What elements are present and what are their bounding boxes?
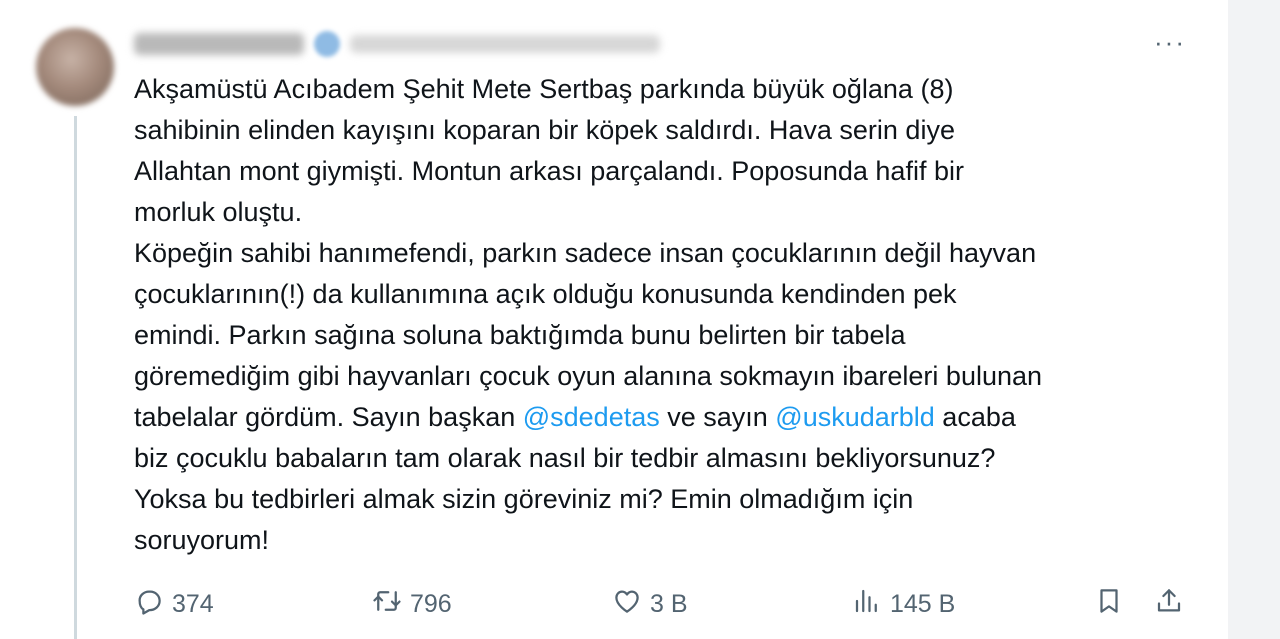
tweet-line: çocuklarının(!) da kullanımına açık oldu… <box>134 279 957 309</box>
more-icon[interactable]: ··· <box>1150 29 1190 55</box>
tweet-line: Allahtan mont giymişti. Montun arkası pa… <box>134 156 964 186</box>
retweet-button[interactable]: 796 <box>372 584 452 624</box>
retweet-icon <box>372 586 402 623</box>
verified-badge-icon <box>314 31 340 57</box>
like-count: 3 B <box>650 589 688 618</box>
heart-icon <box>612 586 642 623</box>
views-icon <box>852 586 882 623</box>
author-name-blurred[interactable] <box>134 33 304 55</box>
mention-link[interactable]: @sdedetas <box>523 402 660 432</box>
author-handle-blurred[interactable] <box>350 35 660 53</box>
bookmark-button[interactable] <box>1094 584 1124 624</box>
thread-line <box>74 116 77 639</box>
tweet-header <box>134 26 660 62</box>
reply-icon <box>134 586 164 623</box>
background-strip <box>1228 0 1280 639</box>
share-icon <box>1154 586 1184 623</box>
tweet-text: Akşamüstü Acıbadem Şehit Mete Sertbaş pa… <box>134 69 1214 561</box>
mention-link[interactable]: @uskudarbld <box>775 402 935 432</box>
avatar[interactable] <box>36 28 114 106</box>
tweet-line: sahibinin elinden kayışını koparan bir k… <box>134 115 955 145</box>
tweet-line-part: acaba <box>934 402 1016 432</box>
tweet-line-part: ve sayın <box>659 402 776 432</box>
tweet-line: Köpeğin sahibi hanımefendi, parkın sadec… <box>134 238 1037 268</box>
tweet-line: morluk oluştu. <box>134 197 303 227</box>
share-button[interactable] <box>1154 584 1184 624</box>
tweet-line: emindi. Parkın sağına soluna baktığımda … <box>134 320 906 350</box>
retweet-count: 796 <box>410 589 452 618</box>
views-count: 145 B <box>890 589 956 618</box>
views-button[interactable]: 145 B <box>852 584 955 624</box>
bookmark-icon <box>1094 586 1124 623</box>
tweet-line: biz çocuklu babaların tam olarak nasıl b… <box>134 443 996 473</box>
tweet-card: ··· Akşamüstü Acıbadem Şehit Mete Sertba… <box>0 0 1228 639</box>
reply-count: 374 <box>172 589 214 618</box>
tweet-line: göremediğim gibi hayvanları çocuk oyun a… <box>134 361 1043 391</box>
tweet-line-part: tabelalar gördüm. Sayın başkan <box>134 402 523 432</box>
tweet-line: Yoksa bu tedbirleri almak sizin görevini… <box>134 484 914 514</box>
like-button[interactable]: 3 B <box>612 584 688 624</box>
tweet-line: Akşamüstü Acıbadem Şehit Mete Sertbaş pa… <box>134 74 954 104</box>
tweet-line: soruyorum! <box>134 525 270 555</box>
tweet-actions: 374 796 3 B 145 B <box>134 584 1194 624</box>
reply-button[interactable]: 374 <box>134 584 214 624</box>
